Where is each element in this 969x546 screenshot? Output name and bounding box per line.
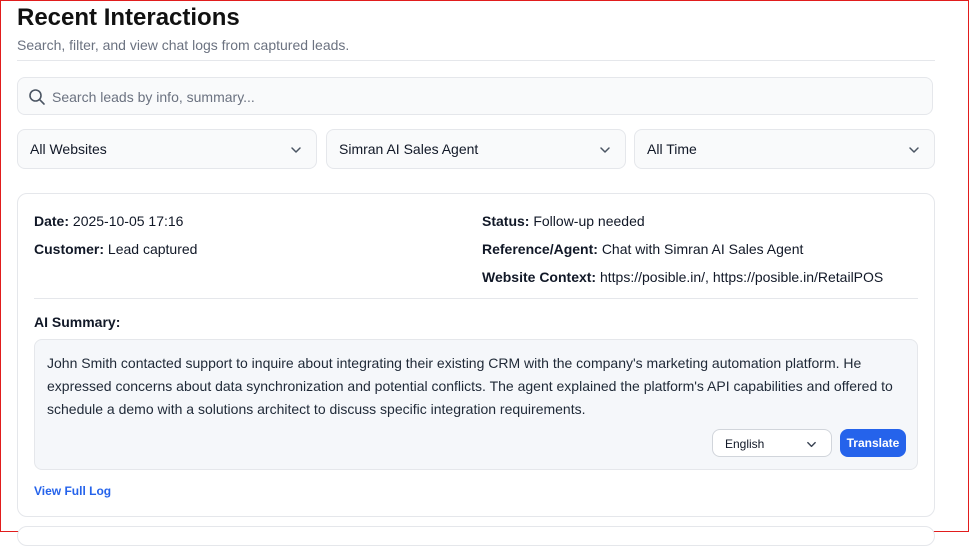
chevron-down-icon <box>291 147 301 153</box>
status-label: Status: <box>482 213 530 229</box>
date-label: Date: <box>34 213 70 229</box>
customer-field: Customer: Lead captured <box>34 241 197 257</box>
card-divider <box>34 298 918 299</box>
view-full-log-link[interactable]: View Full Log <box>34 484 111 498</box>
next-interaction-card <box>17 526 935 546</box>
website-filter-value: All Websites <box>30 141 107 157</box>
website-context-value: https://posible.in/, https://posible.in/… <box>599 269 884 285</box>
language-value: English <box>725 437 765 451</box>
reference-label: Reference/Agent: <box>482 241 598 257</box>
status-field: Status: Follow-up needed <box>482 213 645 229</box>
search-box[interactable] <box>17 77 933 116</box>
translate-button[interactable]: Translate <box>840 429 906 457</box>
language-select[interactable]: English <box>712 429 832 457</box>
date-value: 2025-10-05 17:16 <box>72 213 184 229</box>
interaction-card: Date: 2025-10-05 17:16 Customer: Lead ca… <box>17 193 935 517</box>
customer-value: Lead captured <box>107 241 198 257</box>
page-subtitle: Search, filter, and view chat logs from … <box>17 37 350 53</box>
reference-value: Chat with Simran AI Sales Agent <box>601 241 804 257</box>
ai-summary-text: John Smith contacted support to inquire … <box>47 355 893 417</box>
header-divider <box>17 60 935 61</box>
website-context-label: Website Context: <box>482 269 597 285</box>
agent-filter-select[interactable]: Simran AI Sales Agent <box>326 129 626 169</box>
chevron-down-icon <box>600 147 610 153</box>
customer-label: Customer: <box>34 241 105 257</box>
chevron-down-icon <box>909 147 919 153</box>
page-title: Recent Interactions <box>17 4 240 31</box>
website-context-field: Website Context: https://posible.in/, ht… <box>482 269 883 285</box>
agent-filter-value: Simran AI Sales Agent <box>339 141 479 157</box>
time-filter-value: All Time <box>647 141 697 157</box>
date-field: Date: 2025-10-05 17:16 <box>34 213 183 229</box>
chevron-down-icon <box>807 441 816 448</box>
search-icon <box>29 89 45 105</box>
search-input[interactable] <box>50 78 914 116</box>
time-filter-select[interactable]: All Time <box>634 129 935 169</box>
status-value: Follow-up needed <box>533 213 645 229</box>
website-filter-select[interactable]: All Websites <box>17 129 317 169</box>
ai-summary-box: John Smith contacted support to inquire … <box>34 339 918 470</box>
ai-summary-label: AI Summary: <box>34 314 121 330</box>
reference-field: Reference/Agent: Chat with Simran AI Sal… <box>482 241 803 257</box>
